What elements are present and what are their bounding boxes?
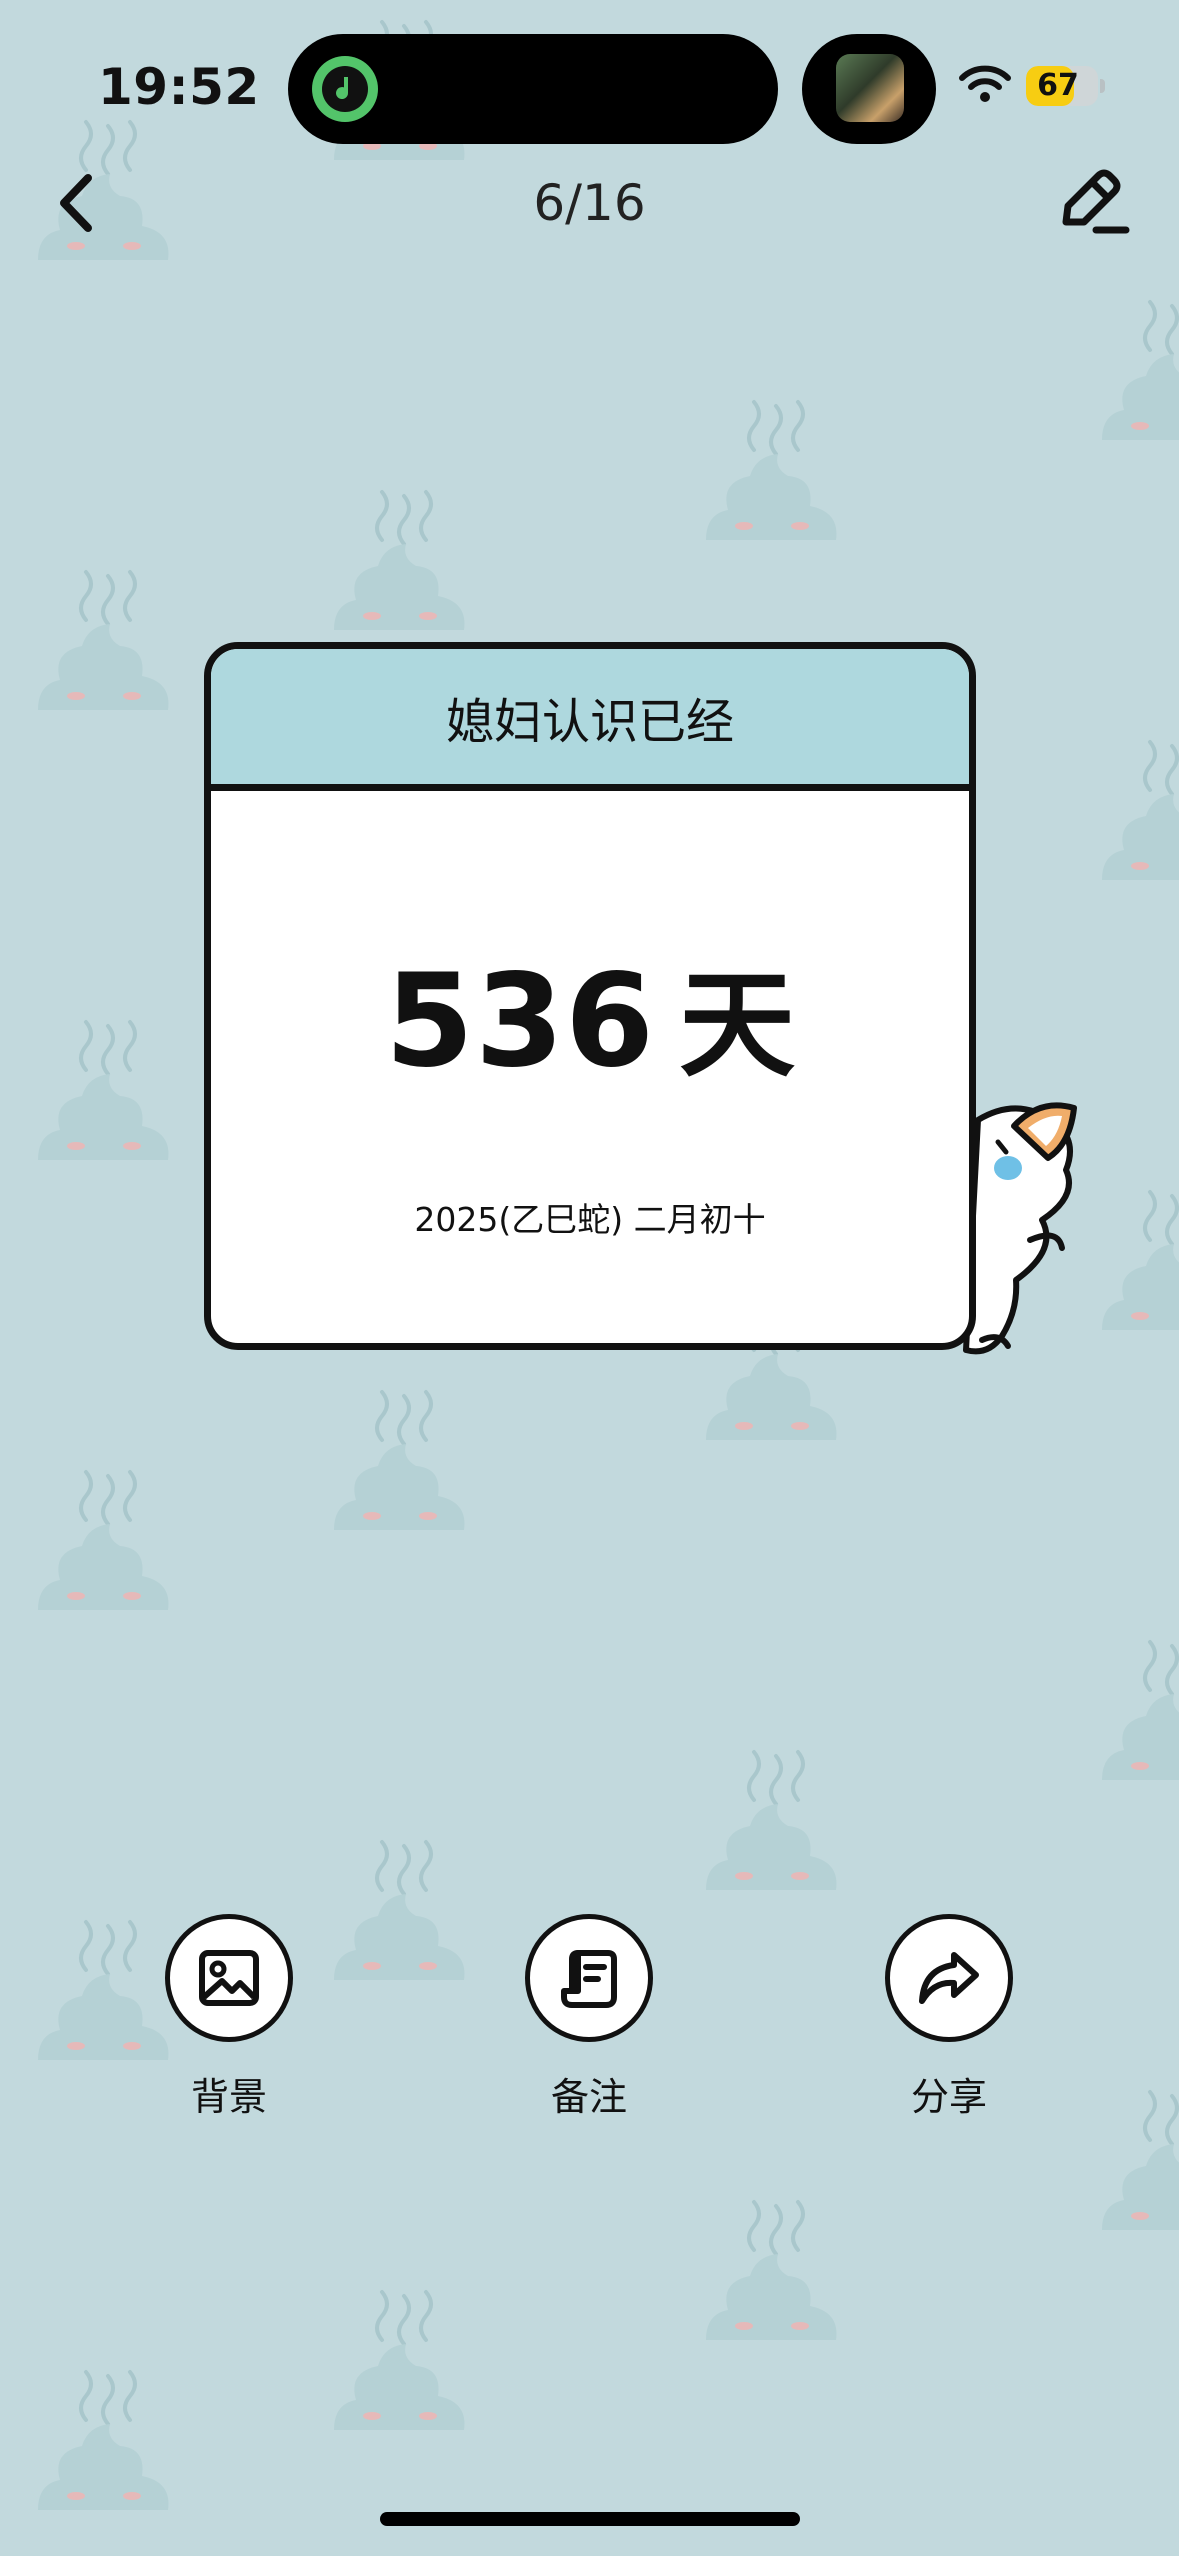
corgi-sticker — [963, 1102, 1077, 1355]
card-title: 媳妇认识已经 — [445, 693, 734, 750]
page-counter: 6/16 — [533, 174, 646, 232]
background-button-circle[interactable] — [165, 1914, 293, 2042]
card-date: 2025(乙巳蛇) 二月初十 — [414, 1200, 766, 1239]
battery-icon: 67 — [1026, 66, 1098, 106]
note-button[interactable]: 备注 — [504, 1914, 674, 2121]
day-count: 536 天 — [211, 931, 969, 1099]
note-button-label: 备注 — [550, 2075, 627, 2119]
status-time: 19:52 — [98, 58, 260, 116]
wifi-icon — [959, 65, 1011, 102]
anniversary-card[interactable]: 媳妇认识已经 536 天 2025(乙巳蛇) 二月初十 — [204, 642, 976, 1350]
note-scroll-icon — [561, 1950, 617, 2008]
background-button-label: 背景 — [190, 2075, 267, 2119]
note-button-circle[interactable] — [525, 1914, 653, 2042]
dynamic-island-bubble[interactable] — [802, 34, 936, 144]
share-button-circle[interactable] — [885, 1914, 1013, 2042]
battery-level: 67 — [1037, 68, 1079, 103]
status-bar: 19:52 67 — [0, 0, 1179, 150]
image-icon — [199, 1950, 259, 2006]
share-arrow-icon — [919, 1952, 979, 2004]
battery-cap — [1100, 79, 1105, 93]
album-art-thumbnail — [836, 54, 904, 122]
home-indicator[interactable] — [380, 2512, 800, 2526]
dynamic-island[interactable] — [288, 34, 778, 144]
background-button[interactable]: 背景 — [144, 1914, 314, 2121]
pencil-edit-icon[interactable] — [1052, 164, 1132, 238]
music-app-icon[interactable] — [312, 56, 378, 122]
share-button-label: 分享 — [910, 2075, 987, 2119]
share-button[interactable]: 分享 — [864, 1914, 1034, 2121]
day-count-number: 536 — [384, 947, 656, 1096]
day-count-unit: 天 — [679, 958, 796, 1093]
card-header: 媳妇认识已经 — [211, 649, 969, 791]
